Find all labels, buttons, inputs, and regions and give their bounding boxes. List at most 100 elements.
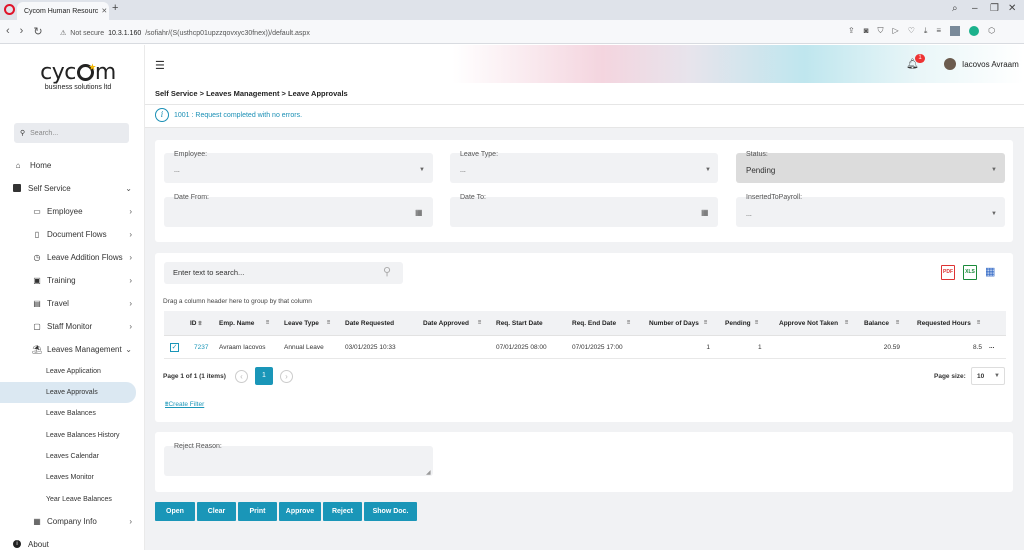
chevron-down-icon: ⌄ xyxy=(125,344,132,354)
sidebar-item-leave-addition-flows[interactable]: ◷ Leave Addition Flows › xyxy=(0,247,145,267)
column-header-pending[interactable]: Pending xyxy=(725,320,751,327)
calendar-icon[interactable]: ▦ xyxy=(415,208,423,217)
date-to-input[interactable] xyxy=(450,197,718,227)
column-header-requested-hours[interactable]: Requested Hours xyxy=(917,320,971,327)
column-header-id[interactable]: ID ⩩ xyxy=(190,320,202,328)
url-field[interactable]: ⚠ Not secure 10.3.1.160/sofiahr/(S(usthc… xyxy=(60,26,840,40)
sidebar-sub-leave-balances-history[interactable]: Leave Balances History xyxy=(0,425,136,446)
browser-search-icon[interactable]: ⌕ xyxy=(952,3,958,14)
date-to-label: Date To: xyxy=(460,194,486,201)
sidebar-item-company-info[interactable]: ▦ Company Info › xyxy=(0,511,145,531)
new-tab-icon[interactable]: + xyxy=(112,2,118,14)
play-icon[interactable]: ▷ xyxy=(893,26,899,36)
hamburger-menu-icon[interactable]: ☰ xyxy=(155,59,165,72)
cell-number-of-days: 1 xyxy=(706,344,710,351)
reload-icon[interactable]: ↻ xyxy=(33,25,42,38)
column-chooser-icon[interactable]: ▦ xyxy=(985,265,1001,280)
open-button[interactable]: Open xyxy=(155,502,195,521)
search-icon[interactable]: ⚲ xyxy=(383,265,391,278)
extension-icon[interactable] xyxy=(969,26,980,36)
sidebar-sub-leaves-monitor[interactable]: Leaves Monitor xyxy=(0,467,136,488)
sidebar-item-travel[interactable]: ▤ Travel › xyxy=(0,293,145,313)
sidebar-item-about[interactable]: i About xyxy=(0,534,145,550)
sidebar-sub-leave-balances[interactable]: Leave Balances xyxy=(0,403,136,424)
sidebar-item-self-service[interactable]: Self Service ⌄ xyxy=(0,178,145,198)
sidebar-item-employee[interactable]: ▭ Employee › xyxy=(0,201,145,221)
filter-icon[interactable]: ⩩ xyxy=(896,320,899,327)
sidebar-item-home[interactable]: ⌂ Home xyxy=(0,155,145,175)
sidebar-sub-label: Leaves Calendar xyxy=(46,453,99,460)
status-message: 1001 : Request completed with no errors. xyxy=(174,112,303,119)
clear-button[interactable]: Clear xyxy=(197,502,236,521)
row-checkbox[interactable]: ✓ xyxy=(170,343,179,352)
cube-icon[interactable]: ⬡ xyxy=(988,26,995,36)
filter-icon[interactable]: ⩩ xyxy=(755,320,758,327)
sidebar-item-staff-monitor[interactable]: ▢ Staff Monitor › xyxy=(0,316,145,336)
sidebar-item-label: Document Flows xyxy=(47,229,107,239)
column-header-req-end-date[interactable]: Req. End Date xyxy=(572,320,616,327)
export-pdf-icon[interactable]: PDF xyxy=(941,265,955,280)
column-header-balance[interactable]: Balance xyxy=(864,320,889,327)
menu-icon[interactable]: ≡ xyxy=(936,26,941,36)
tab-close-icon[interactable]: ✕ xyxy=(101,7,107,15)
back-icon[interactable]: ‹ xyxy=(6,25,10,38)
minimize-icon[interactable]: – xyxy=(972,3,978,14)
company-logo: cyc ★ m business solutions ltd xyxy=(28,60,128,102)
filter-icon[interactable]: ⩩ xyxy=(845,320,848,327)
column-header-emp-name[interactable]: Emp. Name xyxy=(219,320,254,327)
date-from-input[interactable] xyxy=(164,197,433,227)
cell-pending: 1 xyxy=(758,344,762,351)
calendar-icon[interactable]: ▦ xyxy=(701,208,709,217)
pager-page-button[interactable]: 1 xyxy=(255,367,273,385)
column-header-number-of-days[interactable]: Number of Days xyxy=(649,320,699,327)
sidebar-sub-leave-approvals[interactable]: Leave Approvals xyxy=(0,382,136,403)
create-filter-link[interactable]: ⩩Create Filter xyxy=(165,401,204,409)
download-icon[interactable]: ⤓ xyxy=(924,26,928,36)
pager-prev-icon[interactable]: ‹ xyxy=(235,370,248,383)
user-name[interactable]: Iacovos Avraam xyxy=(962,60,1019,69)
opera-logo-icon[interactable] xyxy=(4,4,15,15)
reject-button[interactable]: Reject xyxy=(323,502,362,521)
cell-id[interactable]: 7237 xyxy=(194,344,208,351)
column-header-date-requested[interactable]: Date Requested xyxy=(345,320,394,327)
sidebar-sub-leave-application[interactable]: Leave Application xyxy=(0,361,136,382)
inserted-to-payroll-select[interactable] xyxy=(736,197,1005,227)
sidebar-sub-year-leave-balances[interactable]: Year Leave Balances xyxy=(0,489,136,510)
approve-button[interactable]: Approve xyxy=(279,502,321,521)
restore-icon[interactable]: ❐ xyxy=(990,3,999,14)
show-doc-button[interactable]: Show Doc. xyxy=(364,502,417,521)
filter-icon[interactable]: ⩩ xyxy=(977,320,980,327)
sidebar-search[interactable]: ⚲ Search... xyxy=(14,123,129,143)
sidebar-item-document-flows[interactable]: ▯ Document Flows › xyxy=(0,224,145,244)
filter-icon[interactable]: ⩩ xyxy=(478,320,481,327)
reject-reason-textarea[interactable] xyxy=(164,446,433,476)
column-header-leave-type[interactable]: Leave Type xyxy=(284,320,319,327)
sidebar-item-leaves-management[interactable]: ⛱ Leaves Management ⌄ xyxy=(0,339,145,359)
forward-icon[interactable]: › xyxy=(20,25,24,38)
camera-icon[interactable]: ◙ xyxy=(864,26,869,36)
shield-icon[interactable]: ⛉ xyxy=(878,26,884,36)
profile-icon[interactable] xyxy=(950,26,961,36)
filter-icon[interactable]: ⩩ xyxy=(327,320,330,327)
export-xls-icon[interactable]: XLS xyxy=(963,265,977,280)
status-select[interactable] xyxy=(736,153,1005,183)
window-close-icon[interactable]: ✕ xyxy=(1008,3,1016,14)
filter-icon[interactable]: ⩩ xyxy=(266,320,269,327)
print-button[interactable]: Print xyxy=(238,502,277,521)
column-header-req-start-date[interactable]: Req. Start Date xyxy=(496,320,543,327)
row-more-icon[interactable]: ... xyxy=(989,343,994,350)
column-header-date-approved[interactable]: Date Approved xyxy=(423,320,469,327)
column-header-approve-not-taken[interactable]: Approve Not Taken xyxy=(779,320,838,327)
tab-title: Cycom Human Resourc xyxy=(24,7,99,15)
sidebar-item-training[interactable]: ▣ Training › xyxy=(0,270,145,290)
heart-icon[interactable]: ♡ xyxy=(908,26,915,36)
resize-handle-icon[interactable]: ◢ xyxy=(426,469,431,476)
browser-tab[interactable]: Cycom Human Resourc ✕ xyxy=(17,2,109,20)
filter-icon[interactable]: ⩩ xyxy=(704,320,707,327)
chevron-right-icon: › xyxy=(129,516,132,526)
pager-next-icon[interactable]: › xyxy=(280,370,293,383)
share-icon[interactable]: ⇪ xyxy=(848,26,855,36)
sidebar-sub-leaves-calendar[interactable]: Leaves Calendar xyxy=(0,446,136,467)
avatar[interactable] xyxy=(944,58,956,70)
filter-icon[interactable]: ⩩ xyxy=(627,320,630,327)
